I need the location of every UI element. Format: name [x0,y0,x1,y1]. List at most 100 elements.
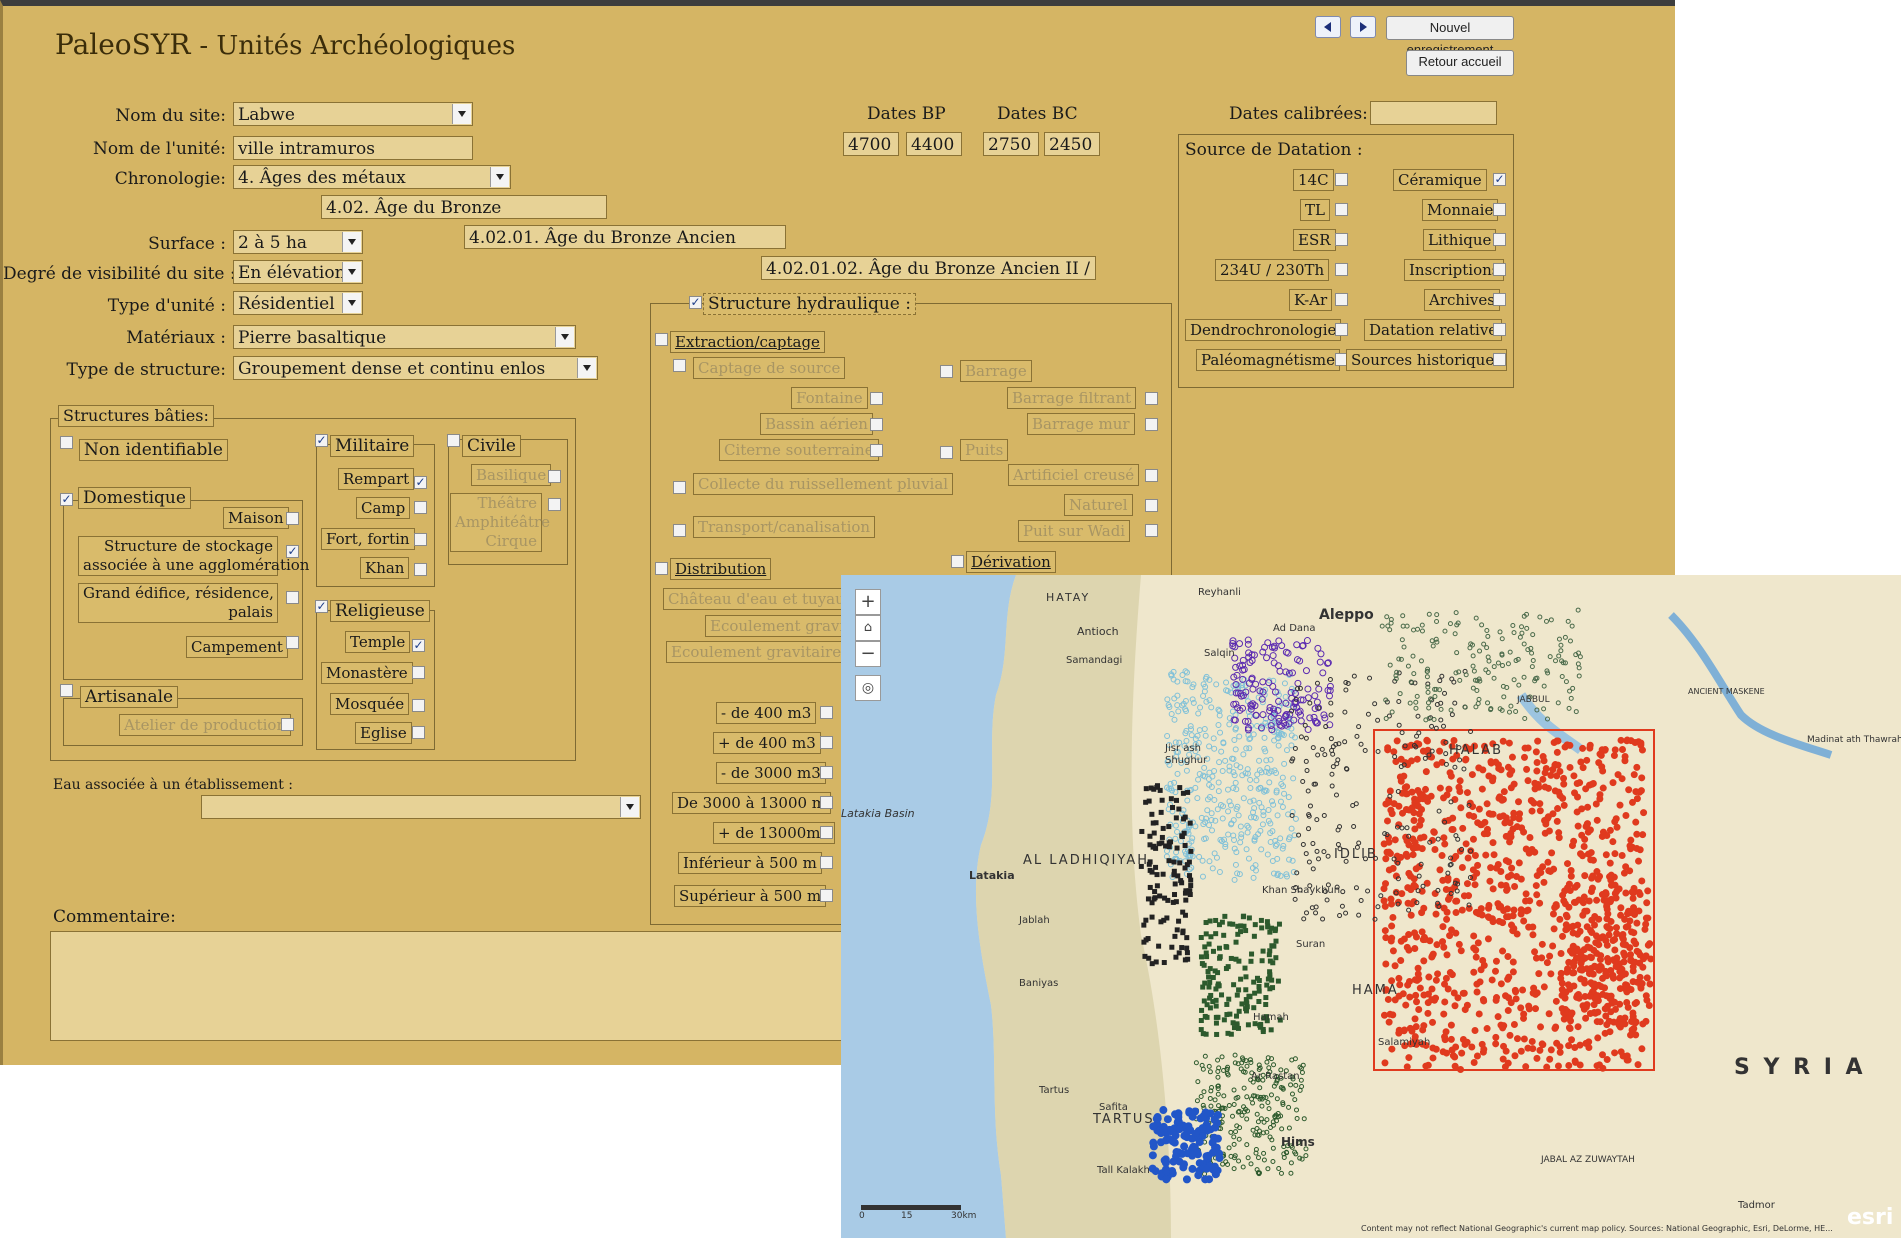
site-marker [1257,1024,1263,1030]
volume-checkbox[interactable] [820,766,833,779]
dating-left-checkbox[interactable] [1335,263,1348,276]
home-button[interactable]: Retour accueil [1406,50,1514,76]
site-marker [1151,786,1157,792]
dating-left-checkbox[interactable] [1335,233,1348,246]
chronology-sub1[interactable]: 4.02. Âge du Bronze [321,195,607,219]
unit-name-field[interactable]: ville intramuros [233,136,473,160]
scale-15: 15 [901,1211,913,1221]
basilique-checkbox[interactable] [548,470,561,483]
fort-checkbox[interactable] [414,533,427,546]
dating-left-checkbox[interactable] [1335,173,1348,186]
dating-right-checkbox[interactable] [1493,233,1506,246]
site-marker [1509,968,1517,976]
militaire-checkbox[interactable]: ✓ [315,434,328,447]
campement-checkbox[interactable] [286,636,299,649]
dating-left-checkbox[interactable] [1335,203,1348,216]
eglise-checkbox[interactable] [412,726,425,739]
structure-type-select[interactable]: Groupement dense et continu enlos [233,356,598,380]
citerne-checkbox[interactable] [870,444,883,457]
dating-right-checkbox[interactable] [1493,323,1506,336]
edifice-checkbox[interactable] [286,591,299,604]
volume-checkbox[interactable] [820,706,833,719]
monastere-checkbox[interactable] [412,666,425,679]
site-marker [1643,899,1651,907]
volume-checkbox[interactable] [820,796,833,809]
camp-checkbox[interactable] [414,501,427,514]
site-marker [1441,840,1449,848]
calibrated-field[interactable] [1370,101,1497,125]
volume-checkbox[interactable] [820,826,833,839]
home-icon[interactable]: ⌂ [855,615,881,641]
distribution-checkbox[interactable] [655,562,668,575]
extraction-checkbox[interactable] [655,333,668,346]
derivation-checkbox[interactable] [951,555,964,568]
artisanale-checkbox[interactable] [60,684,73,697]
theatre-checkbox[interactable] [548,498,561,511]
puit-wadi-checkbox[interactable] [1145,524,1158,537]
new-record-button[interactable]: Nouvel enregistrement [1386,16,1514,57]
hydraulic-checkbox[interactable]: ✓ [689,296,702,309]
distribution-label[interactable]: Distribution [670,558,772,580]
volume-checkbox[interactable] [820,856,833,869]
puits-checkbox[interactable] [940,446,953,459]
chronology-select[interactable]: 4. Âges des métaux [233,165,511,189]
domestique-checkbox[interactable]: ✓ [60,493,73,506]
fontaine-checkbox[interactable] [870,392,883,405]
transport-checkbox[interactable] [673,524,686,537]
dating-right-checkbox[interactable] [1493,263,1506,276]
temple-checkbox[interactable]: ✓ [412,639,425,652]
maison-checkbox[interactable] [286,512,299,525]
bassin-checkbox[interactable] [870,418,883,431]
barrage-mur-checkbox[interactable] [1145,418,1158,431]
dating-left-checkbox[interactable] [1335,293,1348,306]
chronology-sub2[interactable]: 4.02.01. Âge du Bronze Ancien [464,225,786,249]
atelier-checkbox[interactable] [281,718,294,731]
dating-right-checkbox[interactable] [1493,203,1506,216]
site-marker [1506,770,1514,778]
site-marker [1456,777,1464,785]
dating-right-checkbox[interactable]: ✓ [1493,173,1506,186]
captage-source-checkbox[interactable] [673,359,686,372]
dating-right-checkbox[interactable] [1493,353,1506,366]
previous-record-button[interactable] [1315,16,1341,38]
non-identifiable-checkbox[interactable] [60,436,73,449]
map-panel[interactable]: + ⌂ − ◎ Aleppo HATAY Antioch Samandagi R… [841,575,1901,1238]
surface-select[interactable]: 2 à 5 ha [233,230,363,254]
naturel-checkbox[interactable] [1145,499,1158,512]
barrage-checkbox[interactable] [940,365,953,378]
bc-to-field[interactable]: 2450 [1044,132,1100,156]
volume-checkbox[interactable] [820,736,833,749]
locate-icon[interactable]: ◎ [855,675,881,701]
bp-from-field[interactable]: 4700 [843,132,899,156]
site-name-select[interactable]: Labwe [233,102,473,126]
site-marker [1402,1001,1410,1009]
collecte-checkbox[interactable] [673,481,686,494]
dating-right-checkbox[interactable] [1493,293,1506,306]
map-canvas[interactable] [841,575,1901,1238]
site-marker [1540,983,1548,991]
barrage-filtrant-checkbox[interactable] [1145,392,1158,405]
extraction-label[interactable]: Extraction/captage [670,331,825,353]
visibility-select[interactable]: En élévation [233,260,363,284]
zoom-in-button[interactable]: + [855,589,881,615]
bp-to-field[interactable]: 4400 [906,132,962,156]
dating-left-checkbox[interactable] [1335,323,1348,336]
khan-checkbox[interactable] [414,563,427,576]
comment-field[interactable] [50,931,850,1041]
materials-select[interactable]: Pierre basaltique [233,325,576,349]
civile-checkbox[interactable] [447,434,460,447]
next-record-button[interactable] [1350,16,1376,38]
rempart-checkbox[interactable]: ✓ [414,476,427,489]
derivation-label[interactable]: Dérivation [966,551,1056,573]
water-assoc-select[interactable] [201,795,641,819]
unit-type-select[interactable]: Résidentiel [233,291,363,315]
site-marker [1151,1167,1160,1176]
volume-checkbox[interactable] [820,889,833,902]
mosquee-checkbox[interactable] [412,699,425,712]
artificiel-checkbox[interactable] [1145,469,1158,482]
stockage-checkbox[interactable]: ✓ [286,545,299,558]
bc-from-field[interactable]: 2750 [983,132,1039,156]
zoom-out-button[interactable]: − [855,641,881,667]
chronology-sub3[interactable]: 4.02.01.02. Âge du Bronze Ancien II / EN [761,256,1096,280]
religieuse-checkbox[interactable]: ✓ [315,600,328,613]
